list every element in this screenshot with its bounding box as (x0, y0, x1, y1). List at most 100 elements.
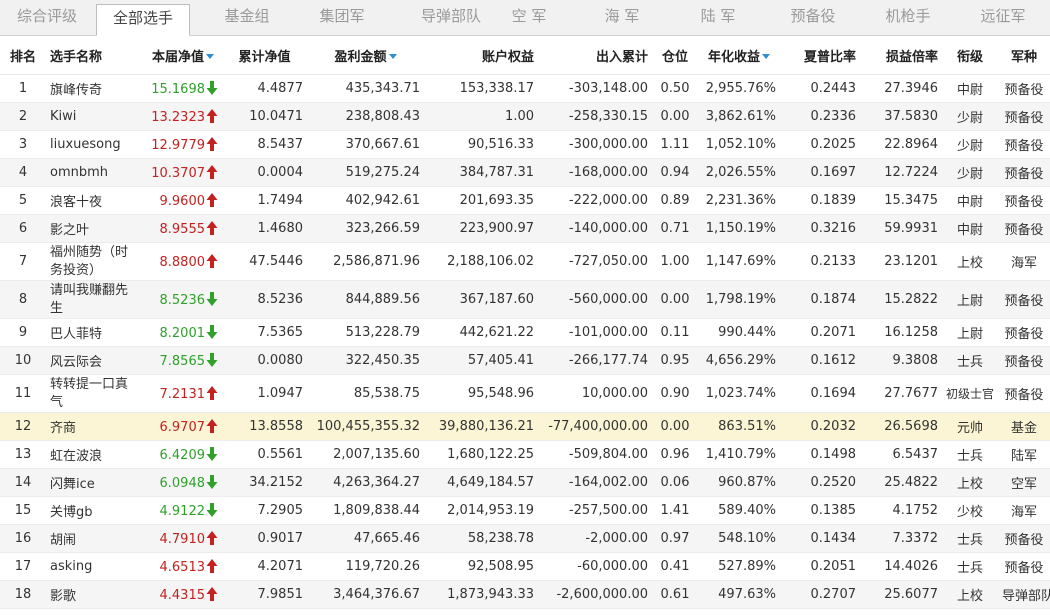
rank-cell: 12 (0, 412, 46, 441)
player-name[interactable]: 虹在波浪 (46, 440, 144, 469)
branch: 基金 (998, 412, 1050, 441)
table-row[interactable]: 1 旗峰传奇 15.1698 4.4877 435,343.71 153,338.17 -3… (0, 74, 1050, 103)
equity: 153,338.17 (424, 74, 538, 103)
sharpe-ratio: 0.1697 (780, 158, 860, 187)
player-name[interactable]: 转转提一口真气 (46, 374, 144, 413)
player-name[interactable]: 齐商 (46, 412, 144, 441)
position: 0.90 (652, 374, 698, 413)
tab-fund-group[interactable]: 基金组 (202, 0, 292, 35)
player-name[interactable]: 浪客十夜 (46, 186, 144, 215)
header-current-nav[interactable]: 本届净值 (144, 36, 222, 75)
annual-return: 990.44% (698, 318, 780, 347)
header-annual-return[interactable]: 年化收益 (698, 36, 780, 75)
table-row[interactable]: 14 闪舞ice 6.0948 34.2152 4,263,364.27 4,649,18… (0, 468, 1050, 497)
player-name[interactable]: 旗峰传奇 (46, 74, 144, 103)
table-row[interactable]: 18 影歌 4.4315 7.9851 3,464,376.67 1,873,943.33… (0, 580, 1050, 609)
tab-overall-rating[interactable]: 综合评级 (8, 0, 86, 35)
sort-desc-icon[interactable] (388, 53, 397, 59)
profit: 4,263,364.27 (307, 468, 424, 497)
table-row[interactable]: 4 omnbmh 10.3707 0.0004 519,275.24 384,787.31… (0, 158, 1050, 187)
position: 0.06 (652, 468, 698, 497)
header-sharpe-label: 夏普比率 (803, 49, 856, 65)
player-name[interactable]: omnbmh (46, 158, 144, 187)
table-row[interactable]: 7 福州随势（时务投资） 8.8800 47.5446 2,586,871.96 2,18… (0, 242, 1050, 281)
player-name[interactable]: Kiwi (46, 102, 144, 131)
table-row[interactable]: 13 虹在波浪 6.4209 0.5561 2,007,135.60 1,680,122.… (0, 440, 1050, 469)
sort-desc-icon[interactable] (206, 53, 214, 59)
nav-value: 7.8565 (159, 354, 206, 369)
tab-expedition[interactable]: 远征军 (958, 0, 1048, 35)
profit: 435,343.71 (307, 74, 424, 103)
table-row[interactable]: 5 浪客十夜 9.9600 1.7494 402,942.61 201,693.35 -22… (0, 186, 1050, 215)
profit: 513,228.79 (307, 318, 424, 347)
position: 1.41 (652, 496, 698, 525)
equity: 95,548.96 (424, 374, 538, 413)
player-name[interactable]: 风云际会 (46, 346, 144, 375)
table-row[interactable]: 12 齐商 6.9707 13.8558 100,455,355.32 39,880,13… (0, 412, 1050, 441)
tab-reserve[interactable]: 预备役 (770, 0, 856, 35)
table-row[interactable]: 3 liuxuesong 12.9779 8.5437 370,667.61 90,516… (0, 130, 1050, 159)
sharpe-ratio: 0.2133 (780, 242, 860, 281)
sharpe-ratio: 0.1874 (780, 280, 860, 319)
table-row[interactable]: 6 影之叶 8.9555 1.4680 323,266.59 223,900.97 -140… (0, 214, 1050, 243)
sort-desc-icon[interactable] (762, 53, 770, 59)
pl-ratio: 26.5698 (860, 412, 942, 441)
tab-army[interactable]: 陆 军 (672, 0, 764, 35)
cumulative-nav: 1.7494 (222, 186, 307, 215)
current-nav: 9.9600 (144, 186, 222, 215)
player-name[interactable]: asking (46, 552, 144, 581)
player-name[interactable]: 关博gb (46, 496, 144, 525)
tab-air-force[interactable]: 空 军 (492, 0, 566, 35)
equity: 367,187.60 (424, 280, 538, 319)
table-row[interactable]: 11 转转提一口真气 7.2131 1.0947 85,538.75 95,548.96 1… (0, 374, 1050, 413)
profit: 402,942.61 (307, 186, 424, 215)
player-name[interactable]: 影歌 (46, 580, 144, 609)
pl-ratio: 14.4026 (860, 552, 942, 581)
cumulative-nav: 7.5365 (222, 318, 307, 347)
cumulative-nav: 8.5236 (222, 280, 307, 319)
table-row[interactable]: 17 asking 4.6513 4.2071 119,720.26 92,508.95-… (0, 552, 1050, 581)
position: 0.41 (652, 552, 698, 581)
position: 1.00 (652, 242, 698, 281)
arrow-up-icon (206, 587, 218, 601)
player-name[interactable]: 巴人菲特 (46, 318, 144, 347)
arrow-down-icon (206, 292, 218, 306)
tab-all-players[interactable]: 全部选手 (96, 4, 190, 36)
header-profit[interactable]: 盈利金额 (307, 36, 424, 75)
header-current-nav-label: 本届净值 (151, 49, 204, 65)
table-row[interactable]: 9 巴人菲特 8.2001 7.5365 513,228.79 442,621.22 -10… (0, 318, 1050, 347)
sharpe-ratio: 0.2025 (780, 130, 860, 159)
tab-navy[interactable]: 海 军 (580, 0, 664, 35)
sharpe-ratio: 0.1612 (780, 346, 860, 375)
grade: 少尉 (942, 130, 998, 159)
table-row[interactable]: 15 关博gb 4.9122 7.2905 1,809,838.44 2,014,953.… (0, 496, 1050, 525)
nav-value: 8.5236 (159, 293, 206, 308)
header-profit-label: 盈利金额 (334, 49, 387, 65)
grade: 上校 (942, 468, 998, 497)
annual-return: 527.89% (698, 552, 780, 581)
tab-machine-gunner[interactable]: 机枪手 (862, 0, 954, 35)
equity: 57,405.41 (424, 346, 538, 375)
player-name[interactable]: 闪舞ice (46, 468, 144, 497)
equity: 92,508.95 (424, 552, 538, 581)
rank-cell: 14 (0, 468, 46, 497)
table-row[interactable]: 10 风云际会 7.8565 0.0080 322,450.35 57,405.41 -26… (0, 346, 1050, 375)
player-name[interactable]: 影之叶 (46, 214, 144, 243)
branch: 预备役 (998, 346, 1050, 375)
category-tab-bar: 综合评级 全部选手 基金组 集团军 导弹部队空 军海 军陆 军预备役 机枪手 远征军 (0, 0, 1050, 36)
nav-value: 4.7910 (159, 532, 206, 547)
header-cumulative-nav-label: 累计净值 (238, 49, 291, 65)
table-row[interactable]: 8 请叫我赚翻先生 8.5236 8.5236 844,889.56 367,187.60… (0, 280, 1050, 319)
branch: 海军 (998, 496, 1050, 525)
player-name[interactable]: 请叫我赚翻先生 (46, 280, 144, 319)
current-nav: 10.3707 (144, 158, 222, 187)
header-position-label: 仓位 (661, 49, 688, 65)
tab-group-army[interactable]: 集团军 (297, 0, 387, 35)
player-name[interactable]: 福州随势（时务投资） (46, 242, 144, 281)
in-out: -560,000.00 (538, 280, 652, 319)
table-row[interactable]: 16 胡闹 4.7910 0.9017 47,665.46 58,238.78 -2,000… (0, 524, 1050, 553)
player-name[interactable]: 胡闹 (46, 524, 144, 553)
player-name[interactable]: liuxuesong (46, 130, 144, 159)
cumulative-nav: 0.9017 (222, 524, 307, 553)
table-row[interactable]: 2 Kiwi 13.2323 10.0471 238,808.43 1.00 -258,33… (0, 102, 1050, 131)
